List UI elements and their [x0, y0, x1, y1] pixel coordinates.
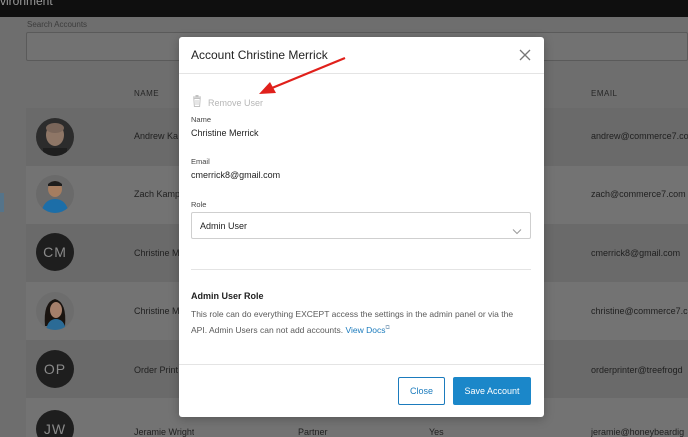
- external-link-icon: ⧉: [385, 325, 390, 331]
- column-header-email[interactable]: EMAIL: [591, 89, 618, 98]
- row-email: orderprinter@treefrogd: [591, 365, 683, 375]
- account-modal: Account Christine Merrick Remove User Na…: [179, 37, 544, 417]
- row-email: zach@commerce7.com: [591, 189, 686, 199]
- avatar: [36, 292, 74, 330]
- avatar: [36, 118, 74, 156]
- avatar: JW: [36, 410, 74, 437]
- row-role: Partner: [298, 427, 328, 437]
- avatar: OP: [36, 350, 74, 388]
- row-email: christine@commerce7.com: [591, 306, 688, 316]
- chevron-down-icon: [512, 222, 522, 240]
- name-label: Name: [191, 115, 212, 124]
- row-email: cmerrick8@gmail.com: [591, 248, 681, 258]
- section-divider: [191, 269, 531, 270]
- remove-user-button[interactable]: Remove User: [192, 94, 263, 112]
- trash-icon: [192, 94, 202, 112]
- close-icon[interactable]: [518, 48, 532, 62]
- role-info-title: Admin User Role: [191, 291, 264, 301]
- avatar: [36, 175, 74, 213]
- avatar: CM: [36, 233, 74, 271]
- modal-header: Account Christine Merrick: [179, 37, 544, 74]
- name-value: Christine Merrick: [191, 128, 259, 138]
- role-select-value: Admin User: [200, 221, 248, 231]
- role-info-text: This role can do everything EXCEPT acces…: [191, 307, 531, 337]
- modal-title: Account Christine Merrick: [191, 48, 328, 62]
- email-label: Email: [191, 157, 210, 166]
- row-email: jeramie@honeybeardig: [591, 427, 685, 437]
- window-title: vironment: [0, 0, 53, 8]
- role-select[interactable]: Admin User: [191, 212, 531, 239]
- row-active: Yes: [429, 427, 444, 437]
- row-email: andrew@commerce7.com: [591, 131, 688, 141]
- email-value: cmerrick8@gmail.com: [191, 170, 281, 180]
- close-button[interactable]: Close: [398, 377, 445, 405]
- role-label: Role: [191, 200, 207, 209]
- view-docs-link[interactable]: View Docs: [346, 325, 386, 335]
- sidebar-active-indicator: [0, 193, 4, 212]
- modal-footer-divider: [179, 364, 544, 365]
- top-bar: vironment: [0, 0, 688, 17]
- row-name: Jeramie Wright: [134, 427, 195, 437]
- search-label: Search Accounts: [27, 20, 88, 29]
- column-header-name[interactable]: NAME: [134, 89, 159, 98]
- save-account-button[interactable]: Save Account: [453, 377, 531, 405]
- remove-user-label: Remove User: [208, 98, 264, 108]
